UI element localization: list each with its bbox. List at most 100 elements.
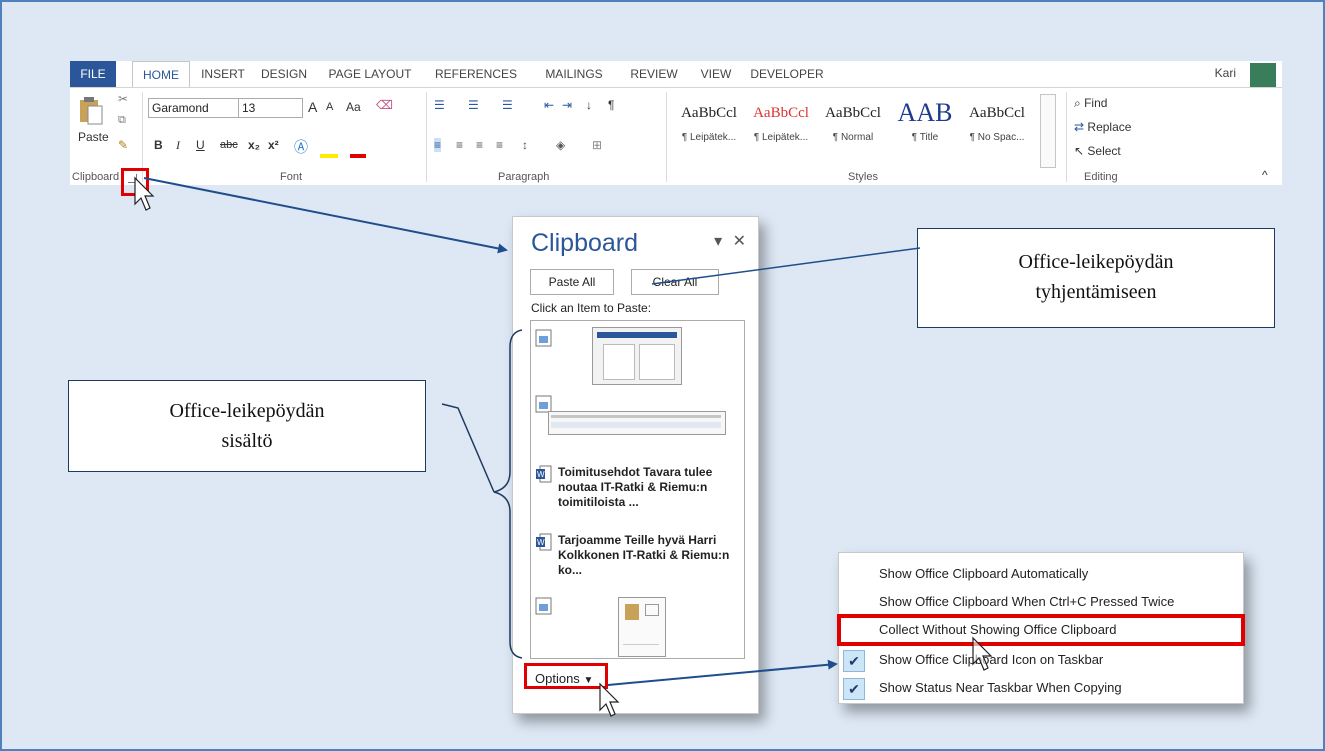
show-formatting-button[interactable]: ¶	[608, 98, 614, 112]
copy-icon[interactable]: ⧉	[118, 114, 126, 127]
justify-icon[interactable]: ≡	[496, 138, 503, 152]
paste-button[interactable]: Paste	[78, 130, 109, 144]
arrow-launcher-to-pane	[143, 177, 508, 254]
style-sample: AaBbCcl	[753, 105, 809, 121]
tab-mailings[interactable]: MAILINGS	[536, 61, 612, 87]
clipboard-item[interactable]	[531, 393, 744, 443]
group-clipboard-label: Clipboard	[72, 171, 120, 183]
select-button[interactable]: ↖ Select	[1074, 144, 1121, 158]
tab-design[interactable]: DESIGN	[256, 61, 312, 87]
superscript-button[interactable]: x²	[268, 138, 279, 152]
increase-indent-icon[interactable]: ⇥	[562, 98, 572, 112]
picture-icon	[535, 329, 552, 347]
italic-button[interactable]: I	[176, 138, 180, 153]
menu-item-label: Show Office Clipboard When Ctrl+C Presse…	[879, 594, 1175, 609]
numbering-icon[interactable]: ☰	[468, 98, 479, 112]
clipboard-item[interactable]: W Tarjoamme Teille hyvä Harri Kolkkonen …	[531, 527, 744, 587]
avatar[interactable]	[1250, 63, 1276, 87]
sort-icon[interactable]: ↓	[586, 98, 592, 112]
align-left-icon[interactable]: ≡	[434, 138, 442, 152]
align-right-icon[interactable]: ≡	[476, 138, 483, 152]
font-color-icon[interactable]	[350, 138, 366, 158]
style-name: ¶ Title	[911, 132, 939, 143]
group-separator	[666, 92, 667, 182]
style-leipateksti-2[interactable]: AaBbCcl ¶ Leipätek...	[746, 100, 816, 143]
launcher-highlight	[121, 168, 149, 196]
tab-review[interactable]: REVIEW	[622, 61, 686, 87]
bullets-icon[interactable]: ☰	[434, 98, 445, 112]
style-title[interactable]: AAB ¶ Title	[890, 98, 960, 144]
strikethrough-button[interactable]: abc	[220, 139, 238, 151]
find-button[interactable]: ⌕ Find	[1074, 96, 1107, 111]
decrease-indent-icon[interactable]: ⇤	[544, 98, 554, 112]
align-center-icon[interactable]: ≡	[456, 138, 463, 152]
text-effects-icon[interactable]: Ⓐ	[294, 137, 308, 157]
options-menu: Show Office Clipboard Automatically Show…	[837, 552, 1245, 704]
font-size-box[interactable]: 13	[238, 98, 303, 118]
tab-home[interactable]: HOME	[132, 61, 190, 88]
menu-item-label: Show Office Clipboard Automatically	[879, 566, 1089, 581]
tab-file[interactable]: FILE	[70, 61, 116, 87]
menu-item-show-ctrl-c-twice[interactable]: Show Office Clipboard When Ctrl+C Presse…	[839, 588, 1243, 616]
menu-item-label: Show Status Near Taskbar When Copying	[879, 680, 1122, 695]
format-painter-icon[interactable]: ✎	[118, 138, 128, 152]
ribbon-tabs: FILE HOME INSERT DESIGN PAGE LAYOUT REFE…	[70, 61, 1282, 88]
clipboard-item[interactable]: W Toimitusehdot Tavara tulee noutaa IT-R…	[531, 461, 744, 521]
collapse-ribbon-icon[interactable]: ^	[1262, 168, 1268, 182]
clipboard-item-text: Tarjoamme Teille hyvä Harri Kolkkonen IT…	[558, 533, 730, 577]
styles-scrollbar[interactable]	[1040, 94, 1056, 168]
subscript-button[interactable]: x₂	[248, 138, 260, 152]
style-normal[interactable]: AaBbCcl ¶ Normal	[818, 100, 888, 143]
replace-label: Replace	[1087, 120, 1132, 134]
options-button[interactable]: Options ▼	[524, 663, 608, 689]
pane-controls: ▾ ✕	[714, 231, 746, 251]
change-case-button[interactable]: Aa	[346, 100, 361, 114]
borders-icon[interactable]: ⊞	[592, 138, 602, 152]
callout-content: Office-leikepöydän sisältö	[68, 380, 426, 472]
close-icon[interactable]: ✕	[733, 233, 746, 250]
menu-item-show-status-near-taskbar[interactable]: ✔ Show Status Near Taskbar When Copying	[839, 674, 1243, 702]
thumbnail-image	[548, 411, 726, 435]
shading-icon[interactable]: ◈	[556, 138, 565, 152]
highlight-color-icon[interactable]	[320, 138, 338, 158]
shrink-font-button[interactable]: A	[326, 101, 333, 113]
clear-formatting-icon[interactable]: ⌫	[376, 98, 393, 112]
style-no-spacing[interactable]: AaBbCcl ¶ No Spac...	[962, 100, 1032, 143]
svg-text:W: W	[537, 538, 545, 547]
find-label: Find	[1084, 96, 1108, 110]
replace-icon: ⇄	[1074, 120, 1085, 134]
ribbon-body: Paste ✂ ⧉ ✎ Clipboard Garamond 13 A A Aa…	[70, 87, 1282, 186]
multilevel-list-icon[interactable]: ☰	[502, 98, 513, 112]
menu-item-collect-without-showing[interactable]: Collect Without Showing Office Clipboard	[837, 614, 1245, 646]
underline-button[interactable]: U	[196, 138, 205, 152]
menu-item-show-icon-on-taskbar[interactable]: ✔ Show Office Clipboard Icon on Taskbar	[839, 646, 1243, 674]
user-name[interactable]: Kari	[1215, 66, 1236, 80]
tab-references[interactable]: REFERENCES	[428, 61, 524, 87]
style-name: ¶ Normal	[832, 132, 874, 143]
paste-icon[interactable]	[78, 96, 104, 126]
style-sample: AaBbCcl	[681, 105, 737, 121]
line-spacing-icon[interactable]: ↕	[522, 138, 528, 152]
style-sample: AAB	[897, 98, 953, 127]
font-name-box[interactable]: Garamond	[148, 98, 239, 118]
clipboard-item[interactable]	[531, 593, 744, 657]
tab-view[interactable]: VIEW	[696, 61, 736, 87]
bold-button[interactable]: B	[154, 138, 163, 152]
group-paragraph-label: Paragraph	[498, 171, 550, 183]
checkmark-icon: ✔	[843, 650, 865, 672]
pane-menu-icon[interactable]: ▾	[714, 233, 722, 250]
clear-all-button[interactable]: Clear All	[631, 269, 719, 295]
paste-all-button[interactable]: Paste All	[530, 269, 614, 295]
tab-developer[interactable]: DEVELOPER	[746, 61, 828, 87]
tab-insert[interactable]: INSERT	[198, 61, 248, 87]
style-leipateksti-1[interactable]: AaBbCcl ¶ Leipätek...	[674, 100, 744, 143]
binoculars-icon: ⌕	[1074, 96, 1081, 110]
cut-icon[interactable]: ✂	[118, 92, 128, 106]
menu-item-label: Collect Without Showing Office Clipboard	[879, 622, 1117, 637]
menu-item-show-automatically[interactable]: Show Office Clipboard Automatically	[839, 560, 1243, 588]
grow-font-button[interactable]: A	[308, 99, 317, 115]
options-label: Options	[535, 671, 580, 686]
replace-button[interactable]: ⇄ Replace	[1074, 120, 1131, 134]
tab-page-layout[interactable]: PAGE LAYOUT	[322, 61, 418, 87]
clipboard-item[interactable]	[531, 321, 744, 385]
